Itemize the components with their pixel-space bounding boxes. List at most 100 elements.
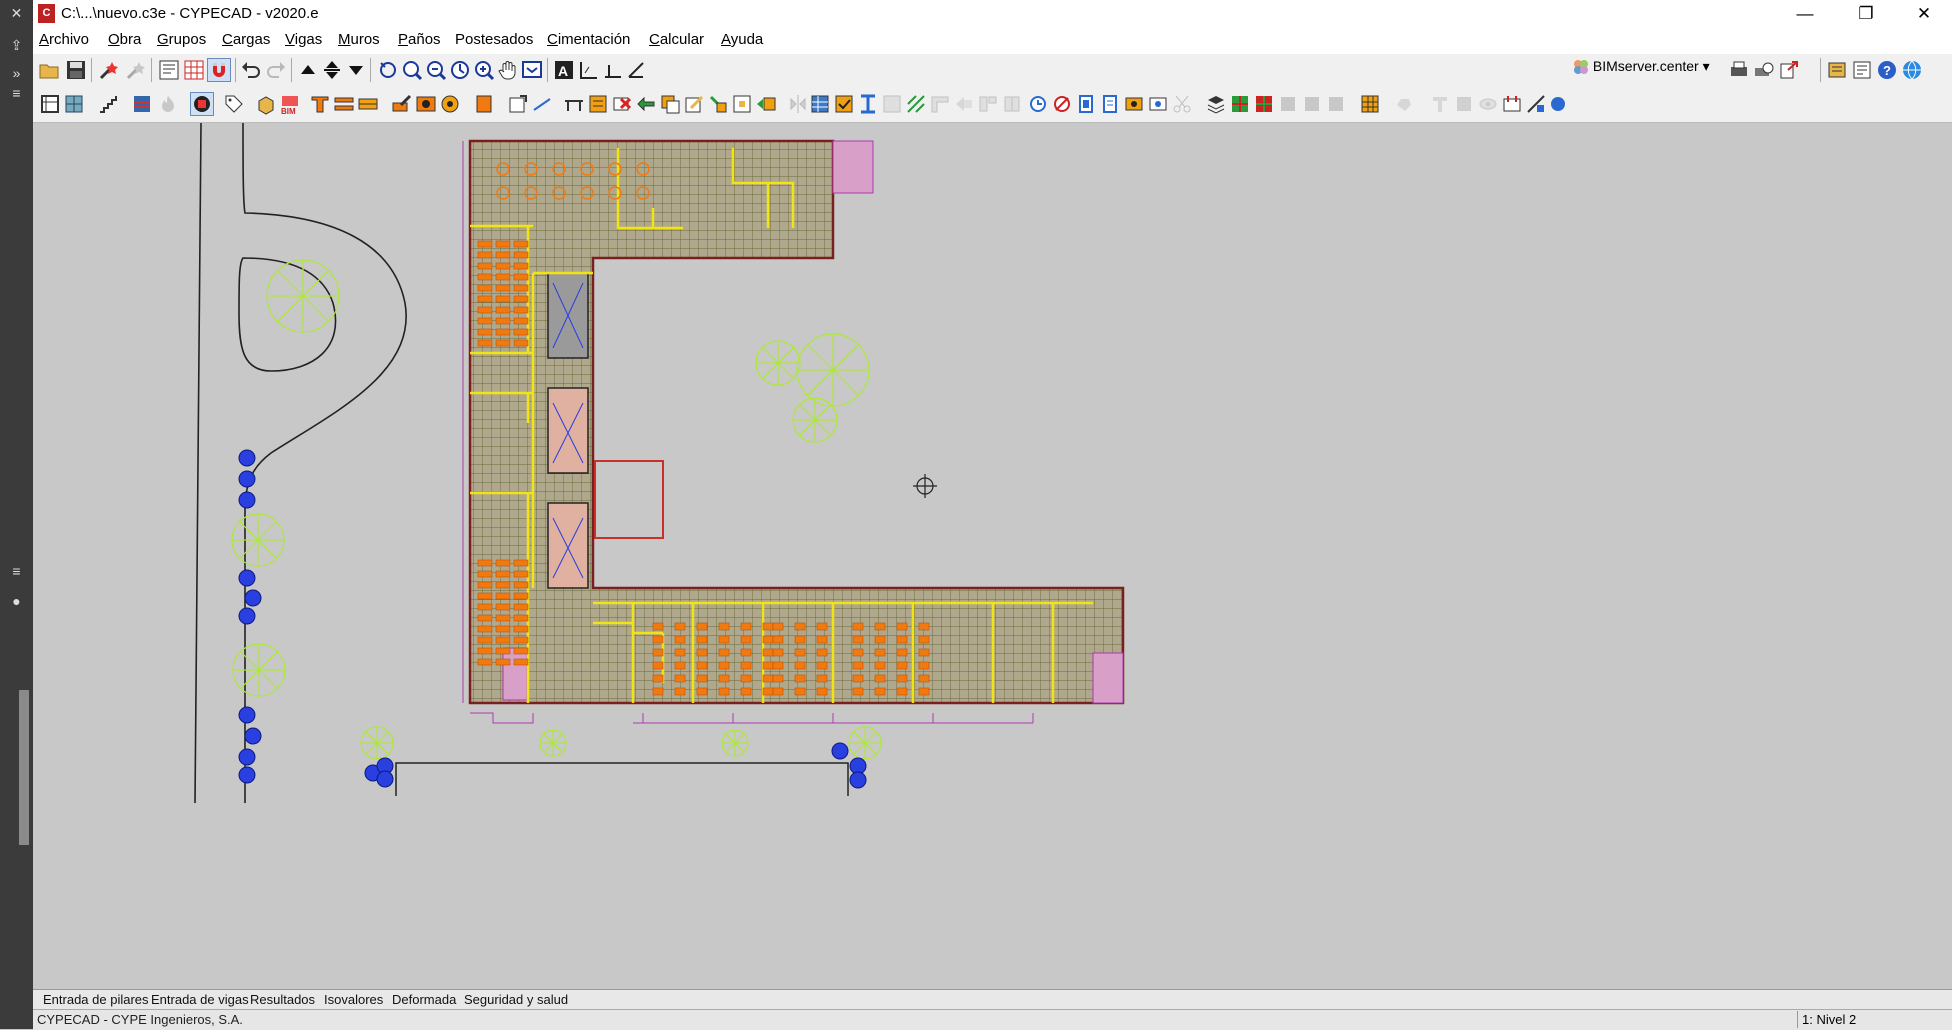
reinforcement-table-icon[interactable]: [1359, 93, 1381, 115]
3d-view-icon[interactable]: [255, 93, 277, 115]
beam-entry-icon[interactable]: [563, 93, 585, 115]
sections-icon[interactable]: [1525, 93, 1547, 115]
wizard-icon[interactable]: [98, 59, 120, 81]
tab-seguridad-y-salud[interactable]: Seguridad y salud: [464, 992, 568, 1007]
line-tool-icon[interactable]: [531, 93, 553, 115]
wizard-disabled-icon[interactable]: [125, 59, 147, 81]
help-icon[interactable]: ?: [1876, 59, 1898, 81]
menu-obra[interactable]: Obra: [108, 31, 141, 48]
redo-icon[interactable]: [265, 59, 287, 81]
print-preview-icon[interactable]: [1753, 59, 1775, 81]
load-group-icon[interactable]: [1501, 93, 1523, 115]
print-icon[interactable]: [1728, 59, 1750, 81]
rotate-icon[interactable]: [1027, 93, 1049, 115]
beam-copy-disabled-icon[interactable]: [881, 93, 903, 115]
zoom-out-icon[interactable]: [473, 59, 495, 81]
loads-icon[interactable]: [190, 92, 214, 116]
zoom-all-icon[interactable]: [425, 59, 447, 81]
pan-hand-icon[interactable]: [497, 59, 519, 81]
delete-beam-icon[interactable]: [611, 93, 633, 115]
column-icon[interactable]: [309, 93, 331, 115]
zoom-window-icon[interactable]: [401, 59, 423, 81]
menu-icon[interactable]: ≡: [4, 82, 29, 104]
copy-beam-icon[interactable]: [659, 93, 681, 115]
tab-entrada-de-vigas[interactable]: Entrada de vigas: [151, 992, 249, 1007]
menu-postesados[interactable]: Postesados: [455, 31, 533, 48]
beam-check-icon[interactable]: [833, 93, 855, 115]
save-icon[interactable]: [65, 59, 87, 81]
overflow-icon[interactable]: [1547, 93, 1569, 115]
slab-icon[interactable]: [357, 93, 379, 115]
diagonal-measure-icon[interactable]: [625, 59, 647, 81]
menu-panos[interactable]: Paños: [398, 31, 441, 48]
menu-cimentacion[interactable]: Cimentación: [547, 31, 630, 48]
minimize-button[interactable]: —: [1782, 0, 1828, 28]
tab-deformada[interactable]: Deformada: [392, 992, 456, 1007]
menu-archivo[interactable]: Archivo: [39, 31, 89, 48]
plans-icon[interactable]: [1826, 59, 1848, 81]
column-detail-icon[interactable]: [1099, 93, 1121, 115]
dxf-template-icon[interactable]: [158, 59, 180, 81]
eye-disabled-icon[interactable]: [1477, 93, 1499, 115]
beam-section-icon[interactable]: [857, 93, 879, 115]
box-disabled-icon[interactable]: [1453, 93, 1475, 115]
level-up-icon[interactable]: [297, 59, 319, 81]
close-button[interactable]: ✕: [1901, 0, 1947, 28]
gray-box-3-icon[interactable]: [1325, 93, 1347, 115]
no-rotate-icon[interactable]: [1051, 93, 1073, 115]
floor-plans-icon[interactable]: [63, 93, 85, 115]
level-all-icon[interactable]: [321, 59, 343, 81]
level-down-icon[interactable]: [345, 59, 367, 81]
expand-panel-icon[interactable]: »: [4, 62, 29, 84]
tab-resultados[interactable]: Resultados: [250, 992, 315, 1007]
stairs-icon[interactable]: [97, 93, 119, 115]
gray-box-2-icon[interactable]: [1301, 93, 1323, 115]
export-file-icon[interactable]: [1778, 59, 1800, 81]
columns-grid-icon[interactable]: [131, 93, 153, 115]
tab-entrada-de-pilares[interactable]: Entrada de pilares: [43, 992, 149, 1007]
window-capture-icon[interactable]: [521, 59, 543, 81]
axes-icon[interactable]: [577, 59, 599, 81]
menu-calcular[interactable]: Calcular: [649, 31, 704, 48]
layers-icon[interactable]: [1205, 93, 1227, 115]
tab-isovalores[interactable]: Isovalores: [324, 992, 383, 1007]
angle-icon[interactable]: [601, 59, 623, 81]
beam-table-icon[interactable]: [809, 93, 831, 115]
column-section-icon[interactable]: [1075, 93, 1097, 115]
slab-detail-icon[interactable]: [1147, 93, 1169, 115]
open-file-icon[interactable]: [38, 59, 60, 81]
floor-plan-drawing[interactable]: [33, 123, 1952, 989]
edit-pencil-icon[interactable]: [683, 93, 705, 115]
menu-grupos[interactable]: Grupos: [157, 31, 206, 48]
foundation-icon[interactable]: [439, 93, 461, 115]
edit-beam-icon[interactable]: [391, 93, 413, 115]
redraw-icon[interactable]: [377, 59, 399, 81]
panel-scrollbar[interactable]: [19, 690, 29, 845]
beam-arrow-disabled-icon[interactable]: [953, 93, 975, 115]
radio-dot-icon[interactable]: ●: [4, 590, 29, 612]
beam-extend-disabled-icon[interactable]: [929, 93, 951, 115]
web-help-icon[interactable]: [1901, 59, 1923, 81]
beam-vertex-icon[interactable]: [731, 93, 753, 115]
text-size-icon[interactable]: A: [553, 59, 575, 81]
results-multi-icon[interactable]: [1253, 93, 1275, 115]
export-icon[interactable]: ⇪: [4, 34, 29, 56]
zoom-previous-icon[interactable]: [449, 59, 471, 81]
move-beam-icon[interactable]: [635, 93, 657, 115]
undo-icon[interactable]: [240, 59, 262, 81]
list-icon[interactable]: ≡: [4, 560, 29, 582]
align-beam-icon[interactable]: [707, 93, 729, 115]
hand-disabled-icon[interactable]: [1393, 93, 1415, 115]
mirror-disabled-icon[interactable]: [787, 93, 809, 115]
beam-detail-icon[interactable]: [1123, 93, 1145, 115]
restore-button[interactable]: ❐: [1843, 0, 1889, 28]
menu-muros[interactable]: Muros: [338, 31, 380, 48]
grid-template-icon[interactable]: [183, 59, 205, 81]
beam-assign-icon[interactable]: [755, 93, 777, 115]
bimserver-dropdown[interactable]: BIMserver.center ▾: [1573, 58, 1710, 80]
beam-split-disabled-icon[interactable]: [1001, 93, 1023, 115]
drawing-canvas[interactable]: [33, 123, 1952, 989]
groups-icon[interactable]: [39, 93, 61, 115]
beam-mesh-icon[interactable]: [905, 93, 927, 115]
listings-icon[interactable]: [1851, 59, 1873, 81]
